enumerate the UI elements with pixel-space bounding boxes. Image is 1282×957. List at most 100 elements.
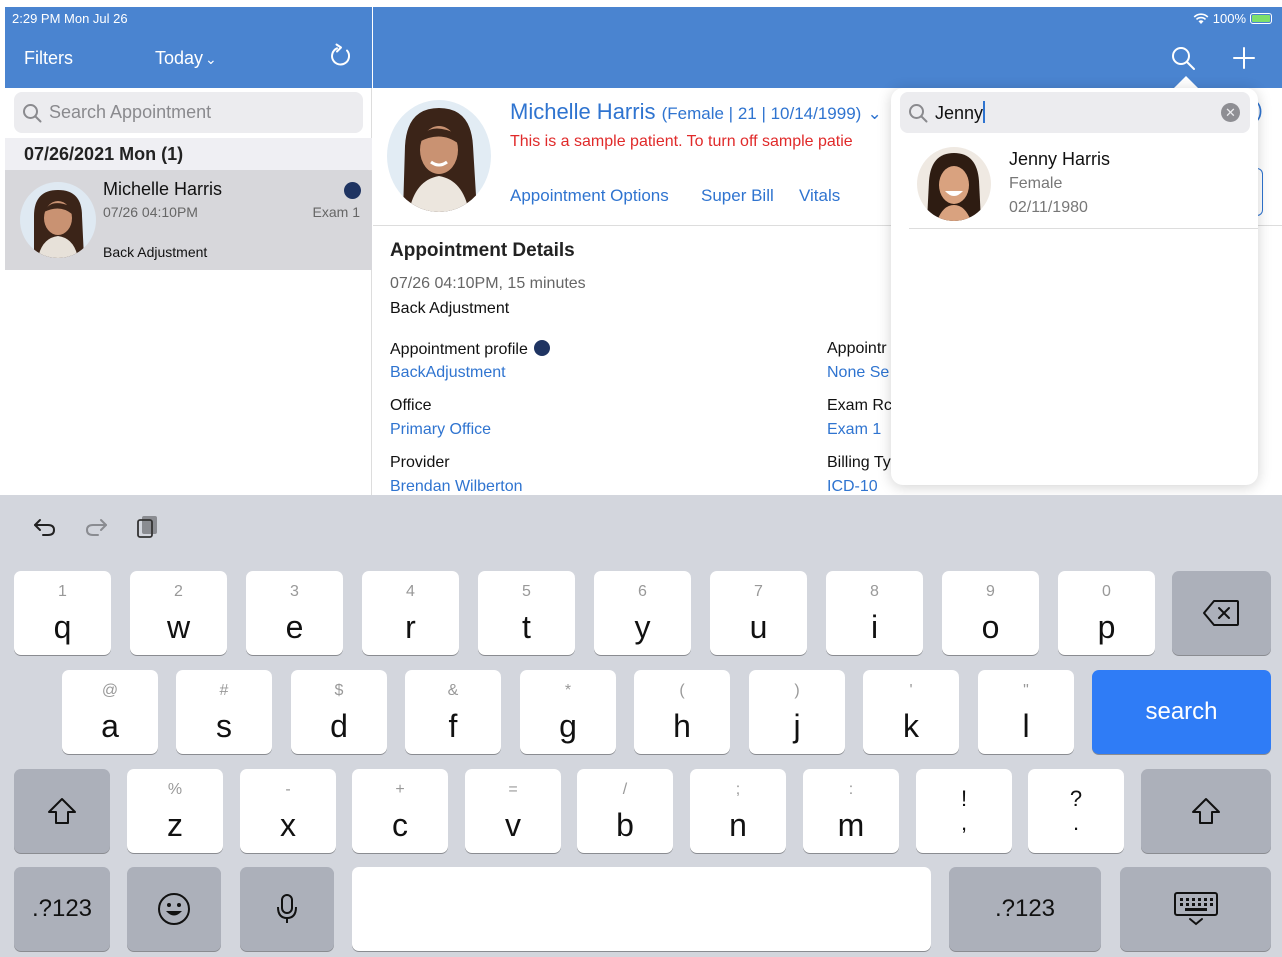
today-label: Today xyxy=(155,48,204,68)
numbers-label: .?123 xyxy=(994,895,1056,922)
key-y[interactable]: 6y xyxy=(594,571,691,655)
key-char: i xyxy=(870,609,879,645)
key-w[interactable]: 2w xyxy=(130,571,227,655)
appointment-time: 07/26 04:10PM xyxy=(103,204,198,220)
key-o[interactable]: 9o xyxy=(942,571,1039,655)
key-hint: : xyxy=(848,781,854,798)
key-char: m xyxy=(837,807,865,843)
filters-button[interactable]: Filters xyxy=(24,48,73,69)
billing-type-value[interactable]: ICD-10 xyxy=(827,478,878,495)
key-hint: - xyxy=(285,781,291,798)
appointment-options-link[interactable]: Appointment Options xyxy=(510,186,669,206)
key-hint: 5 xyxy=(522,583,531,600)
key-question-period[interactable]: ?. xyxy=(1028,769,1124,853)
key-hint: ) xyxy=(794,682,800,699)
key-e[interactable]: 3e xyxy=(246,571,343,655)
key-hint: $ xyxy=(334,682,344,699)
exam-room-value[interactable]: Exam 1 xyxy=(827,421,881,439)
super-bill-link[interactable]: Super Bill xyxy=(701,186,774,206)
key-char: y xyxy=(634,609,651,645)
delete-key[interactable] xyxy=(1172,571,1271,655)
appointment-row[interactable]: Michelle Harris 07/26 04:10PM Exam 1 Bac… xyxy=(5,170,372,270)
key-hint: ; xyxy=(735,781,741,798)
paste-icon[interactable] xyxy=(135,513,161,539)
appointment-type-value[interactable]: None Se xyxy=(827,364,889,382)
key-z[interactable]: % z xyxy=(127,769,223,853)
numbers-key-right[interactable]: .?123 xyxy=(949,867,1101,951)
chevron-down-icon: ⌄ xyxy=(867,104,882,123)
key-hint: 0 xyxy=(1102,583,1111,600)
dismiss-keyboard-key[interactable] xyxy=(1120,867,1271,951)
key-a[interactable]: @ a xyxy=(62,670,158,754)
shift-key-right[interactable] xyxy=(1141,769,1271,853)
space-bar[interactable] xyxy=(352,867,931,951)
redo-icon[interactable] xyxy=(83,513,109,539)
key-u[interactable]: 7u xyxy=(710,571,807,655)
dictation-key[interactable] xyxy=(240,867,334,951)
on-screen-keyboard: 1q 2w 3e 4r 5t 6y 7u 8i 9o 0p @ a # s $ d &… xyxy=(0,495,1282,957)
add-icon[interactable] xyxy=(1231,45,1257,71)
key-hint: * xyxy=(564,682,572,699)
key-char-bottom: , xyxy=(960,810,968,835)
key-f[interactable]: & f xyxy=(405,670,501,754)
today-dropdown[interactable]: Today ⌄ xyxy=(155,48,217,69)
key-j[interactable]: ) j xyxy=(749,670,845,754)
key-c[interactable]: + c xyxy=(352,769,448,853)
provider-value[interactable]: Brendan Wilberton xyxy=(390,478,523,495)
key-v[interactable]: = v xyxy=(465,769,561,853)
key-char: x xyxy=(280,807,296,843)
search-key[interactable]: search xyxy=(1092,670,1271,754)
appointment-list-panel: Search Appointment 07/26/2021 Mon (1) Mi… xyxy=(5,88,372,495)
vitals-link[interactable]: Vitals xyxy=(799,186,840,206)
key-hint: 7 xyxy=(754,583,763,600)
undo-icon[interactable] xyxy=(32,513,58,539)
key-i[interactable]: 8i xyxy=(826,571,923,655)
numbers-key-left[interactable]: .?123 xyxy=(14,867,110,951)
key-l[interactable]: " l xyxy=(978,670,1074,754)
key-char: k xyxy=(903,708,919,744)
result-gender: Female xyxy=(1009,175,1063,192)
key-t[interactable]: 5t xyxy=(478,571,575,655)
key-q[interactable]: 1q xyxy=(14,571,111,655)
key-hint: 9 xyxy=(986,583,995,600)
key-n[interactable]: ; n xyxy=(690,769,786,853)
key-k[interactable]: ' k xyxy=(863,670,959,754)
key-p[interactable]: 0p xyxy=(1058,571,1155,655)
key-char: g xyxy=(559,708,577,744)
patient-search-input[interactable]: Jenny ✕ xyxy=(900,92,1250,133)
key-h[interactable]: (h xyxy=(634,670,730,754)
key-hint: 8 xyxy=(870,583,879,600)
key-char: c xyxy=(392,807,408,843)
billing-type-label: Billing Ty xyxy=(827,454,891,471)
search-result-item[interactable]: Jenny Harris Female 02/11/1980 xyxy=(909,141,1258,231)
key-char: p xyxy=(1097,609,1116,645)
key-s[interactable]: # s xyxy=(176,670,272,754)
search-icon[interactable] xyxy=(1170,45,1196,71)
search-appointment-input[interactable]: Search Appointment xyxy=(14,92,363,133)
key-char-bottom: . xyxy=(1072,810,1080,835)
key-b[interactable]: / b xyxy=(577,769,673,853)
avatar xyxy=(917,147,991,221)
office-value[interactable]: Primary Office xyxy=(390,421,491,439)
key-hint: % xyxy=(167,781,183,798)
key-r[interactable]: 4r xyxy=(362,571,459,655)
key-char: b xyxy=(616,807,634,843)
key-hint: # xyxy=(219,682,229,699)
appointment-profile-value[interactable]: BackAdjustment xyxy=(390,364,506,382)
key-char: s xyxy=(216,708,232,744)
patient-name-header[interactable]: Michelle Harris (Female | 21 | 10/14/199… xyxy=(510,99,882,125)
key-hint: 2 xyxy=(174,583,183,600)
key-m[interactable]: :m xyxy=(803,769,899,853)
appointment-patient-name: Michelle Harris xyxy=(103,179,223,199)
divider xyxy=(909,228,1258,229)
key-d[interactable]: $ d xyxy=(291,670,387,754)
refresh-icon[interactable] xyxy=(328,43,354,69)
key-g[interactable]: * g xyxy=(520,670,616,754)
clear-icon[interactable]: ✕ xyxy=(1221,103,1240,122)
main-header: 100% xyxy=(373,7,1282,88)
search-icon xyxy=(909,103,928,122)
key-exclaim-comma[interactable]: !, xyxy=(916,769,1012,853)
emoji-key[interactable] xyxy=(127,867,221,951)
key-x[interactable]: -x xyxy=(240,769,336,853)
shift-key-left[interactable] xyxy=(14,769,110,853)
